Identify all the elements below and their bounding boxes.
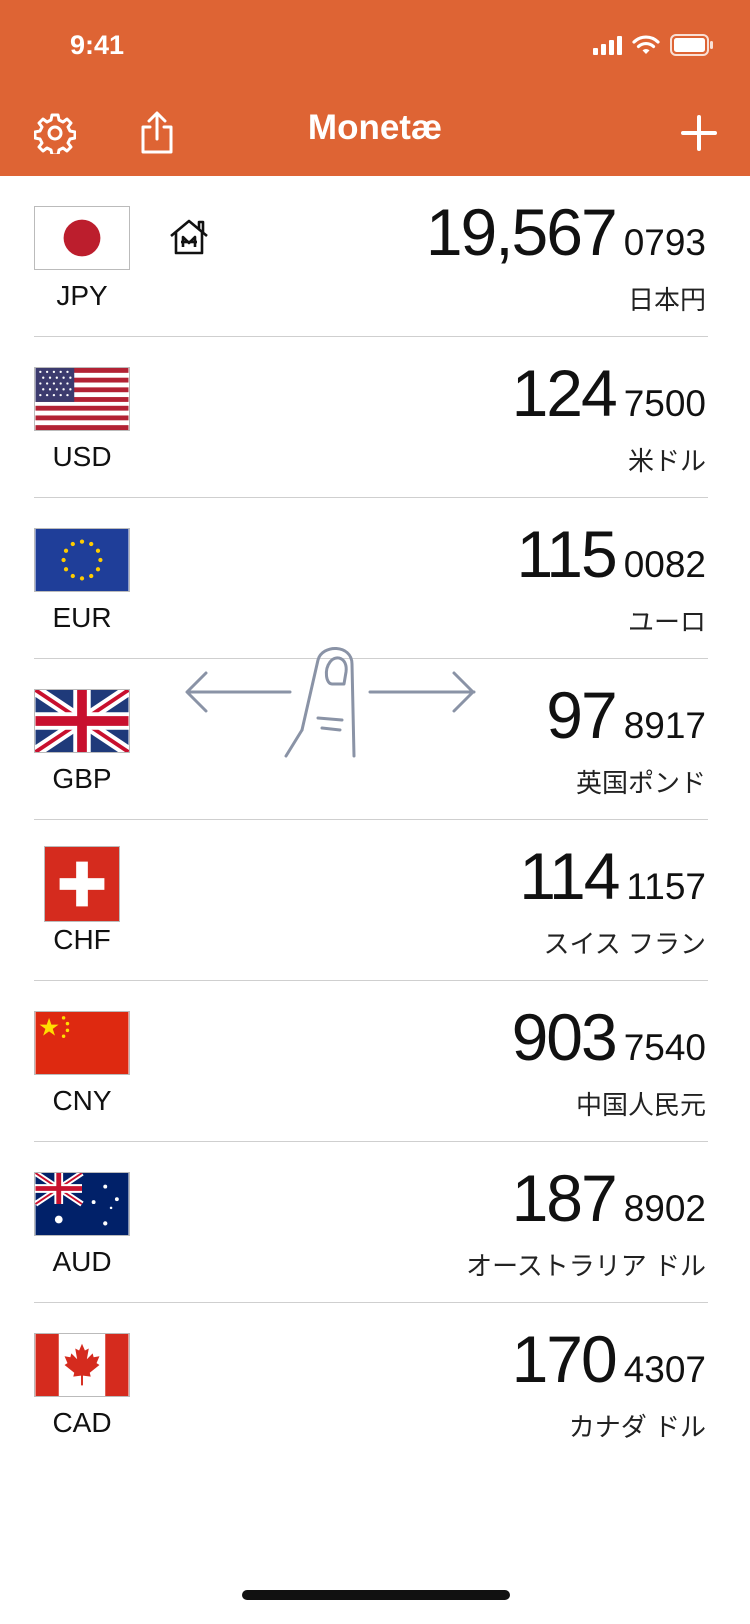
add-currency-button[interactable]: [676, 110, 722, 156]
conversion-value: 124 7500: [512, 355, 706, 431]
value-integer: 97: [546, 678, 617, 752]
conversion-value: 187 8902: [512, 1160, 706, 1236]
value-fraction: 8902: [623, 1188, 706, 1229]
conversion-value: 115 0082: [516, 516, 706, 592]
battery-icon: [670, 34, 714, 56]
conversion-value: 97 8917: [546, 677, 706, 753]
currency-code: GBP: [52, 763, 112, 794]
flag-eu-icon: [34, 528, 130, 592]
value-integer: 170: [511, 1322, 618, 1396]
currency-code: CHF: [53, 924, 111, 955]
value-integer: 124: [511, 356, 618, 430]
status-time: 9:41: [70, 30, 125, 60]
value-integer: 19,567: [425, 195, 618, 269]
swipe-hint-icon: [182, 640, 492, 765]
flag-jp-icon: [34, 206, 130, 270]
value-integer: 115: [516, 517, 617, 591]
home-indicator[interactable]: [242, 1590, 510, 1600]
conversion-value: 114 1157: [519, 838, 706, 914]
currency-row-eur[interactable]: EUR 115 0082 ユーロ: [0, 498, 750, 659]
currency-row-cny[interactable]: CNY 903 7540 中国人民元: [0, 981, 750, 1142]
home-currency-icon: [168, 218, 210, 261]
value-fraction: 8917: [623, 705, 706, 746]
currency-row-aud[interactable]: AUD 187 8902 オーストラリア ドル: [0, 1142, 750, 1303]
value-fraction: 4307: [623, 1349, 706, 1390]
currency-code: JPY: [56, 280, 108, 311]
currency-name: スイス フラン: [543, 929, 706, 959]
value-integer: 903: [511, 1000, 618, 1074]
conversion-value: 170 4307: [512, 1321, 706, 1397]
value-fraction: 0793: [623, 222, 706, 263]
nav-header: 9:41 Monetæ: [0, 0, 750, 176]
conversion-value: 19,567 0793: [426, 194, 706, 270]
currency-row-jpy[interactable]: JPY 19,567 0793 日本円: [0, 176, 750, 337]
currency-row-usd[interactable]: USD 124 7500 米ドル: [0, 337, 750, 498]
flag-ch-icon: [44, 846, 120, 922]
flag-cn-icon: [34, 1011, 130, 1075]
flag-gb-icon: [34, 689, 130, 753]
currency-name: 中国人民元: [575, 1090, 706, 1120]
flag-us-icon: [34, 367, 130, 431]
currency-code: USD: [52, 441, 112, 472]
currency-name: 英国ポンド: [575, 768, 706, 798]
currency-name: ユーロ: [627, 607, 706, 637]
flag-au-icon: [34, 1172, 130, 1236]
value-integer: 187: [511, 1161, 618, 1235]
status-icons: [593, 34, 714, 56]
app-title: Monetæ: [307, 108, 443, 147]
currency-name: カナダ ドル: [568, 1412, 706, 1442]
plus-icon: [681, 115, 717, 151]
currency-code: AUD: [52, 1246, 112, 1277]
flag-ca-icon: [34, 1333, 130, 1397]
value-fraction: 7500: [623, 383, 706, 424]
currency-code: CAD: [52, 1407, 112, 1438]
wifi-icon: [632, 34, 660, 56]
conversion-value: 903 7540: [512, 999, 706, 1075]
value-fraction: 0082: [623, 544, 706, 585]
value-fraction: 1157: [626, 866, 706, 907]
currency-list: JPY 19,567 0793 日本円 USD 124 7500 米ドル EUR…: [0, 176, 750, 1464]
currency-name: 日本円: [627, 285, 706, 315]
currency-code: EUR: [52, 602, 112, 633]
currency-code: CNY: [52, 1085, 112, 1116]
signal-icon: [593, 35, 622, 55]
currency-name: 米ドル: [627, 446, 706, 476]
currency-name: オーストラリア ドル: [466, 1251, 706, 1281]
currency-row-cad[interactable]: CAD 170 4307 カナダ ドル: [0, 1303, 750, 1464]
currency-row-chf[interactable]: CHF 114 1157 スイス フラン: [0, 820, 750, 981]
value-integer: 114: [519, 839, 620, 913]
value-fraction: 7540: [623, 1027, 706, 1068]
